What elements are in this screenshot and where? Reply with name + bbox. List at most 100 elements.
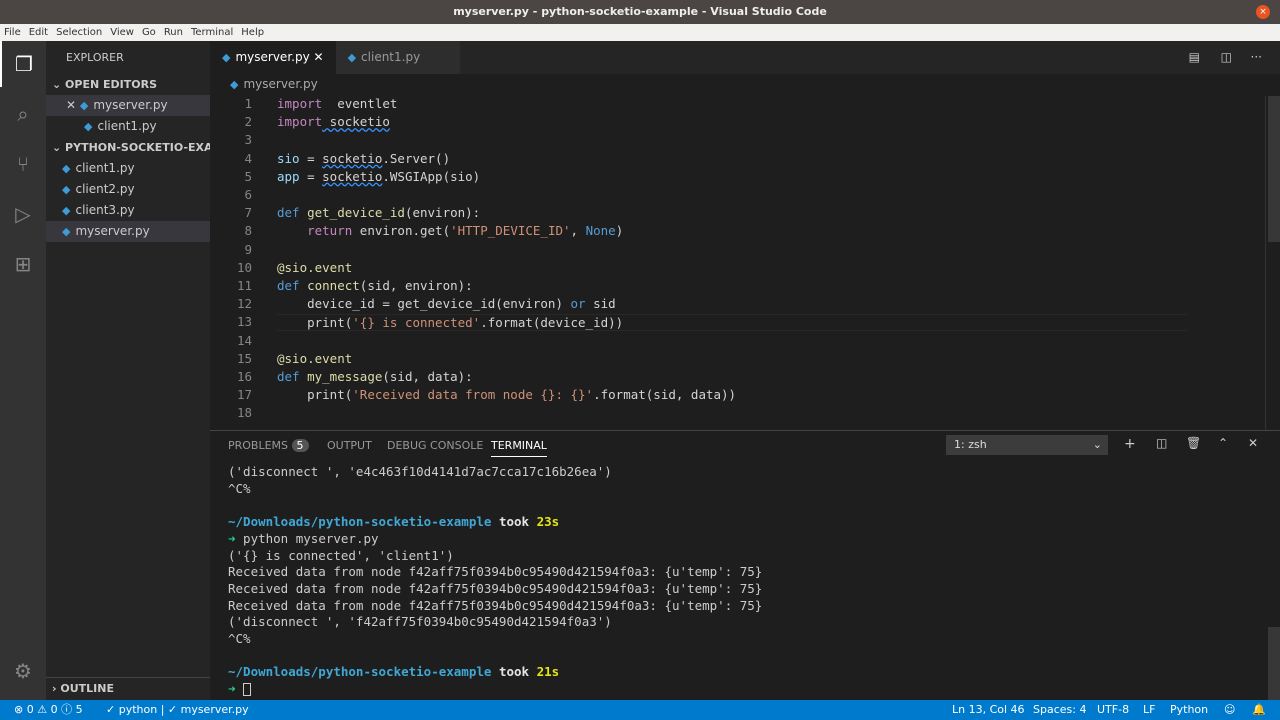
code-line: def my_message(sid, data): <box>277 369 473 384</box>
tab-client1[interactable]: ◆ client1.py <box>335 41 461 74</box>
minimap[interactable] <box>1265 96 1266 430</box>
open-editor-item[interactable]: ◆ client1.py <box>46 116 210 137</box>
breadcrumb[interactable]: ◆ myserver.py <box>230 77 318 91</box>
code-line: print('{} is connected'.format(device_id… <box>277 314 1187 332</box>
source-control-icon[interactable]: ⑂ <box>0 141 46 187</box>
indentation[interactable]: Spaces: 4 <box>1033 700 1086 720</box>
menu-view[interactable]: View <box>110 24 134 41</box>
problems-status[interactable]: ⊗ 0 ⚠ 0 ⓘ 5 <box>14 700 83 720</box>
file-item[interactable]: ◆ client1.py <box>46 158 210 179</box>
explorer-icon[interactable]: ❐ <box>0 41 46 87</box>
file-item[interactable]: ◆ client3.py <box>46 200 210 221</box>
editor-scrollbar[interactable] <box>1268 96 1280 242</box>
language-mode[interactable]: Python <box>1170 700 1208 720</box>
encoding[interactable]: UTF-8 <box>1097 700 1129 720</box>
code-token: ) <box>615 223 624 239</box>
window-title: myserver.py - python-socketio-example - … <box>453 5 827 18</box>
warning-count: 0 <box>50 703 58 716</box>
explorer-sidebar: EXPLORER ⌄ OPEN EDITORS ✕ ◆ myserver.py ◆… <box>46 41 210 700</box>
tab-debug-console[interactable]: DEBUG CONSOLE <box>387 439 483 452</box>
terminal-cursor <box>243 683 252 697</box>
code-token: sid <box>585 296 616 312</box>
code-line: device_id = get_device_id(environ) or si… <box>277 296 616 311</box>
terminal-line: ~/Downloads/python-socketio-example took… <box>228 664 560 680</box>
open-editors-section[interactable]: ⌄ OPEN EDITORS <box>46 74 210 95</box>
terminal-line: ^C% <box>228 480 251 496</box>
code-line: @sio.event <box>277 260 352 275</box>
folder-section[interactable]: ⌄ PYTHON-SOCKETIO-EXA... <box>46 137 210 158</box>
terminal-select[interactable]: 1: zsh ⌄ <box>946 435 1108 455</box>
more-actions-icon[interactable]: ··· <box>1251 50 1262 64</box>
terminal-scrollbar[interactable] <box>1268 627 1280 701</box>
file-item[interactable]: ◆ myserver.py <box>46 221 210 242</box>
tab-output[interactable]: OUTPUT <box>327 439 372 452</box>
outline-section[interactable]: › OUTLINE <box>46 677 210 698</box>
terminal-line: Received data from node f42aff75f0394b0c… <box>228 564 763 580</box>
python-status[interactable]: ✓ python | ✓ myserver.py <box>106 700 249 720</box>
line-number: 1 <box>244 96 252 111</box>
split-editor-icon[interactable]: ◫ <box>1221 50 1232 64</box>
plus-icon[interactable]: + <box>1124 436 1136 452</box>
code-token: import <box>277 114 323 130</box>
tab-label: client1.py <box>361 50 421 64</box>
menu-bar: File Edit Selection View Go Run Terminal Help <box>0 24 1280 41</box>
status-bar: ⊗ 0 ⚠ 0 ⓘ 5 ✓ python | ✓ myserver.py Ln … <box>0 700 1280 720</box>
maximize-panel-icon[interactable]: ⌃ <box>1218 436 1228 450</box>
line-number: 11 <box>236 278 252 293</box>
trash-icon[interactable]: 🗑 <box>1186 436 1201 450</box>
menu-terminal[interactable]: Terminal <box>191 24 233 41</box>
code-token: eventlet <box>322 96 398 111</box>
extensions-icon[interactable]: ⊞ <box>0 241 46 287</box>
file-label: client1.py <box>97 119 157 133</box>
panel: PROBLEMS 5 OUTPUT DEBUG CONSOLE TERMINAL… <box>210 430 1280 701</box>
activity-bar: ❐ ⌕ ⑂ ▷ ⊞ ⚙ <box>0 41 46 700</box>
line-number: 8 <box>244 223 252 239</box>
line-number: 7 <box>244 205 252 221</box>
terminal-output[interactable]: ('disconnect ', 'e4c463f10d4141d7ac7cca1… <box>210 463 1260 701</box>
feedback-icon[interactable]: ☺ <box>1224 700 1235 720</box>
code-token: return <box>307 223 353 239</box>
menu-run[interactable]: Run <box>164 24 183 41</box>
open-editor-item[interactable]: ✕ ◆ myserver.py <box>46 95 210 116</box>
file-item[interactable]: ◆ client2.py <box>46 179 210 200</box>
code-line: app = socketio.WSGIApp(sio) <box>277 169 480 184</box>
menu-help[interactable]: Help <box>241 24 264 41</box>
python-file-icon: ◆ <box>62 183 71 196</box>
line-number: 9 <box>244 241 252 257</box>
code-line: @sio.event <box>277 351 352 366</box>
close-icon[interactable]: ✕ <box>314 50 324 64</box>
menu-edit[interactable]: Edit <box>29 24 48 41</box>
menu-file[interactable]: File <box>4 24 21 41</box>
terminal-line: ('disconnect ', 'f42aff75f0394b0c95490d4… <box>228 614 612 630</box>
bell-icon[interactable]: 🔔 <box>1252 700 1266 720</box>
run-debug-icon[interactable]: ▷ <box>0 191 46 237</box>
tab-label: myserver.py <box>235 50 310 64</box>
tab-myserver[interactable]: ◆ myserver.py ✕ <box>210 41 336 74</box>
menu-go[interactable]: Go <box>142 24 156 41</box>
terminal-line: ^C% <box>228 631 251 646</box>
code-line: import socketio <box>277 114 390 129</box>
code-area[interactable]: 1 import eventlet 2 import socketio 3 4 sio = … <box>210 96 1260 430</box>
breadcrumb-label: myserver.py <box>243 77 318 91</box>
menu-selection[interactable]: Selection <box>56 24 102 41</box>
tab-terminal[interactable]: TERMINAL <box>491 439 547 457</box>
cursor-position[interactable]: Ln 13, Col 46 <box>952 700 1025 720</box>
line-number: 4 <box>244 150 252 166</box>
terminal-line: ~/Downloads/python-socketio-example took… <box>228 514 560 530</box>
file-label: client1.py <box>75 161 135 175</box>
open-preview-icon[interactable]: ▤ <box>1189 50 1200 64</box>
line-number: 3 <box>244 132 252 148</box>
close-panel-icon[interactable]: ✕ <box>1248 436 1258 450</box>
close-icon[interactable]: ✕ <box>66 98 80 112</box>
tab-problems[interactable]: PROBLEMS 5 <box>228 439 309 452</box>
search-icon[interactable]: ⌕ <box>0 91 46 137</box>
window-close-button[interactable]: × <box>1256 5 1270 19</box>
end-of-line[interactable]: LF <box>1143 700 1155 720</box>
outline-label: OUTLINE <box>60 682 114 695</box>
gear-icon[interactable]: ⚙ <box>0 648 46 694</box>
split-terminal-icon[interactable]: ◫ <box>1156 436 1167 450</box>
code-token: print( <box>277 387 353 403</box>
